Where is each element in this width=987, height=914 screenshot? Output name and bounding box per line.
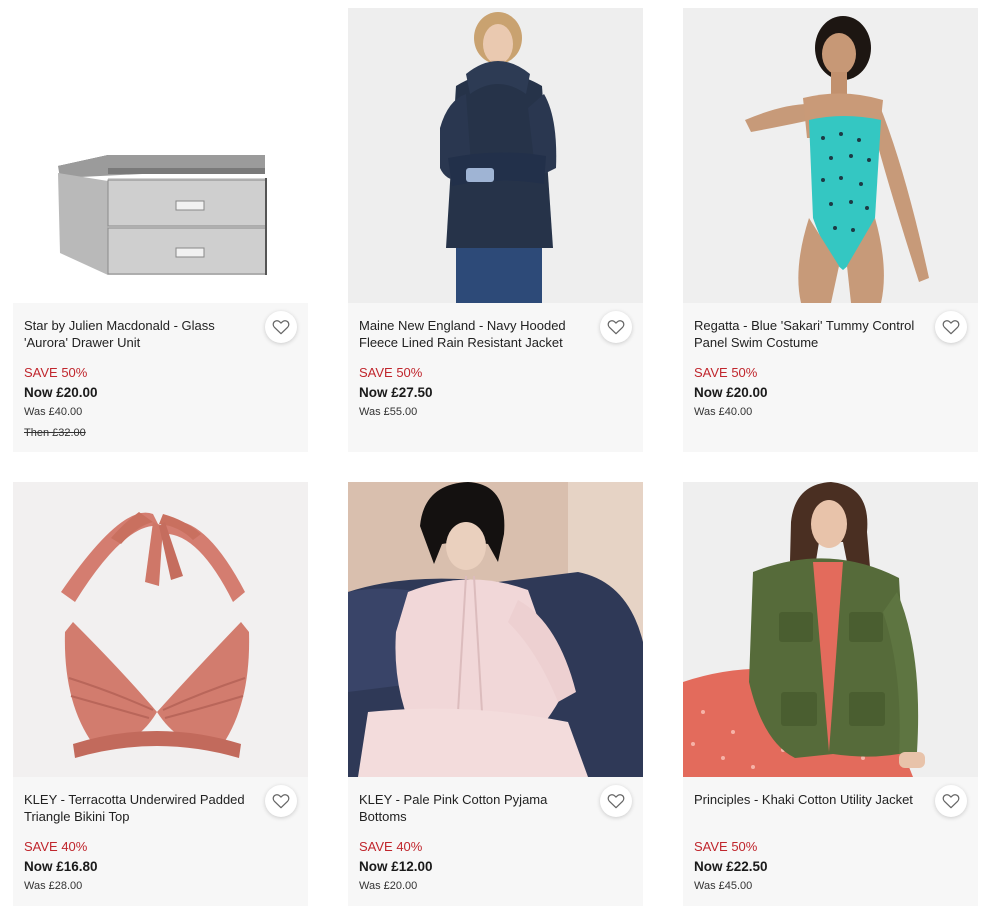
was-price: Was £45.00 xyxy=(694,880,753,892)
favourite-button[interactable] xyxy=(935,311,967,343)
product-image[interactable] xyxy=(13,482,308,777)
discount-label: SAVE 50% xyxy=(694,365,758,380)
current-price: Now £22.50 xyxy=(694,859,768,874)
was-price: Was £28.00 xyxy=(24,880,83,892)
product-card[interactable]: KLEY - Pale Pink Cotton Pyjama Bottoms S… xyxy=(348,482,643,906)
discount-label: SAVE 40% xyxy=(24,839,88,854)
product-title[interactable]: Regatta - Blue 'Sakari' Tummy Control Pa… xyxy=(694,317,926,351)
product-image[interactable] xyxy=(13,8,308,303)
discount-label: SAVE 50% xyxy=(359,365,423,380)
heart-icon xyxy=(942,320,960,335)
was-price: Was £40.00 xyxy=(694,406,753,418)
was-price: Was £40.00 xyxy=(24,406,83,418)
then-price: Then £32.00 xyxy=(24,427,86,439)
discount-label: SAVE 50% xyxy=(24,365,88,380)
product-image[interactable] xyxy=(683,8,978,303)
product-card[interactable]: Maine New England - Navy Hooded Fleece L… xyxy=(348,8,643,452)
favourite-button[interactable] xyxy=(265,785,297,817)
current-price: Now £20.00 xyxy=(24,385,98,400)
heart-icon xyxy=(607,320,625,335)
heart-icon xyxy=(607,794,625,809)
current-price: Now £16.80 xyxy=(24,859,98,874)
product-card[interactable]: Star by Julien Macdonald - Glass 'Aurora… xyxy=(13,8,308,452)
product-card[interactable]: Principles - Khaki Cotton Utility Jacket… xyxy=(683,482,978,906)
product-grid: Star by Julien Macdonald - Glass 'Aurora… xyxy=(0,0,987,914)
product-title[interactable]: Principles - Khaki Cotton Utility Jacket xyxy=(694,791,926,808)
current-price: Now £27.50 xyxy=(359,385,433,400)
discount-label: SAVE 50% xyxy=(694,839,758,854)
heart-icon xyxy=(272,794,290,809)
product-image[interactable] xyxy=(683,482,978,777)
product-title[interactable]: KLEY - Pale Pink Cotton Pyjama Bottoms xyxy=(359,791,591,825)
product-image[interactable] xyxy=(348,482,643,777)
product-card[interactable]: KLEY - Terracotta Underwired Padded Tria… xyxy=(13,482,308,906)
favourite-button[interactable] xyxy=(265,311,297,343)
product-title[interactable]: Maine New England - Navy Hooded Fleece L… xyxy=(359,317,591,351)
heart-icon xyxy=(942,794,960,809)
product-card[interactable]: Regatta - Blue 'Sakari' Tummy Control Pa… xyxy=(683,8,978,452)
product-title[interactable]: Star by Julien Macdonald - Glass 'Aurora… xyxy=(24,317,256,351)
was-price: Was £55.00 xyxy=(359,406,418,418)
heart-icon xyxy=(272,320,290,335)
product-title[interactable]: KLEY - Terracotta Underwired Padded Tria… xyxy=(24,791,256,825)
product-image[interactable] xyxy=(348,8,643,303)
was-price: Was £20.00 xyxy=(359,880,418,892)
favourite-button[interactable] xyxy=(600,311,632,343)
favourite-button[interactable] xyxy=(600,785,632,817)
discount-label: SAVE 40% xyxy=(359,839,423,854)
current-price: Now £12.00 xyxy=(359,859,433,874)
current-price: Now £20.00 xyxy=(694,385,768,400)
favourite-button[interactable] xyxy=(935,785,967,817)
